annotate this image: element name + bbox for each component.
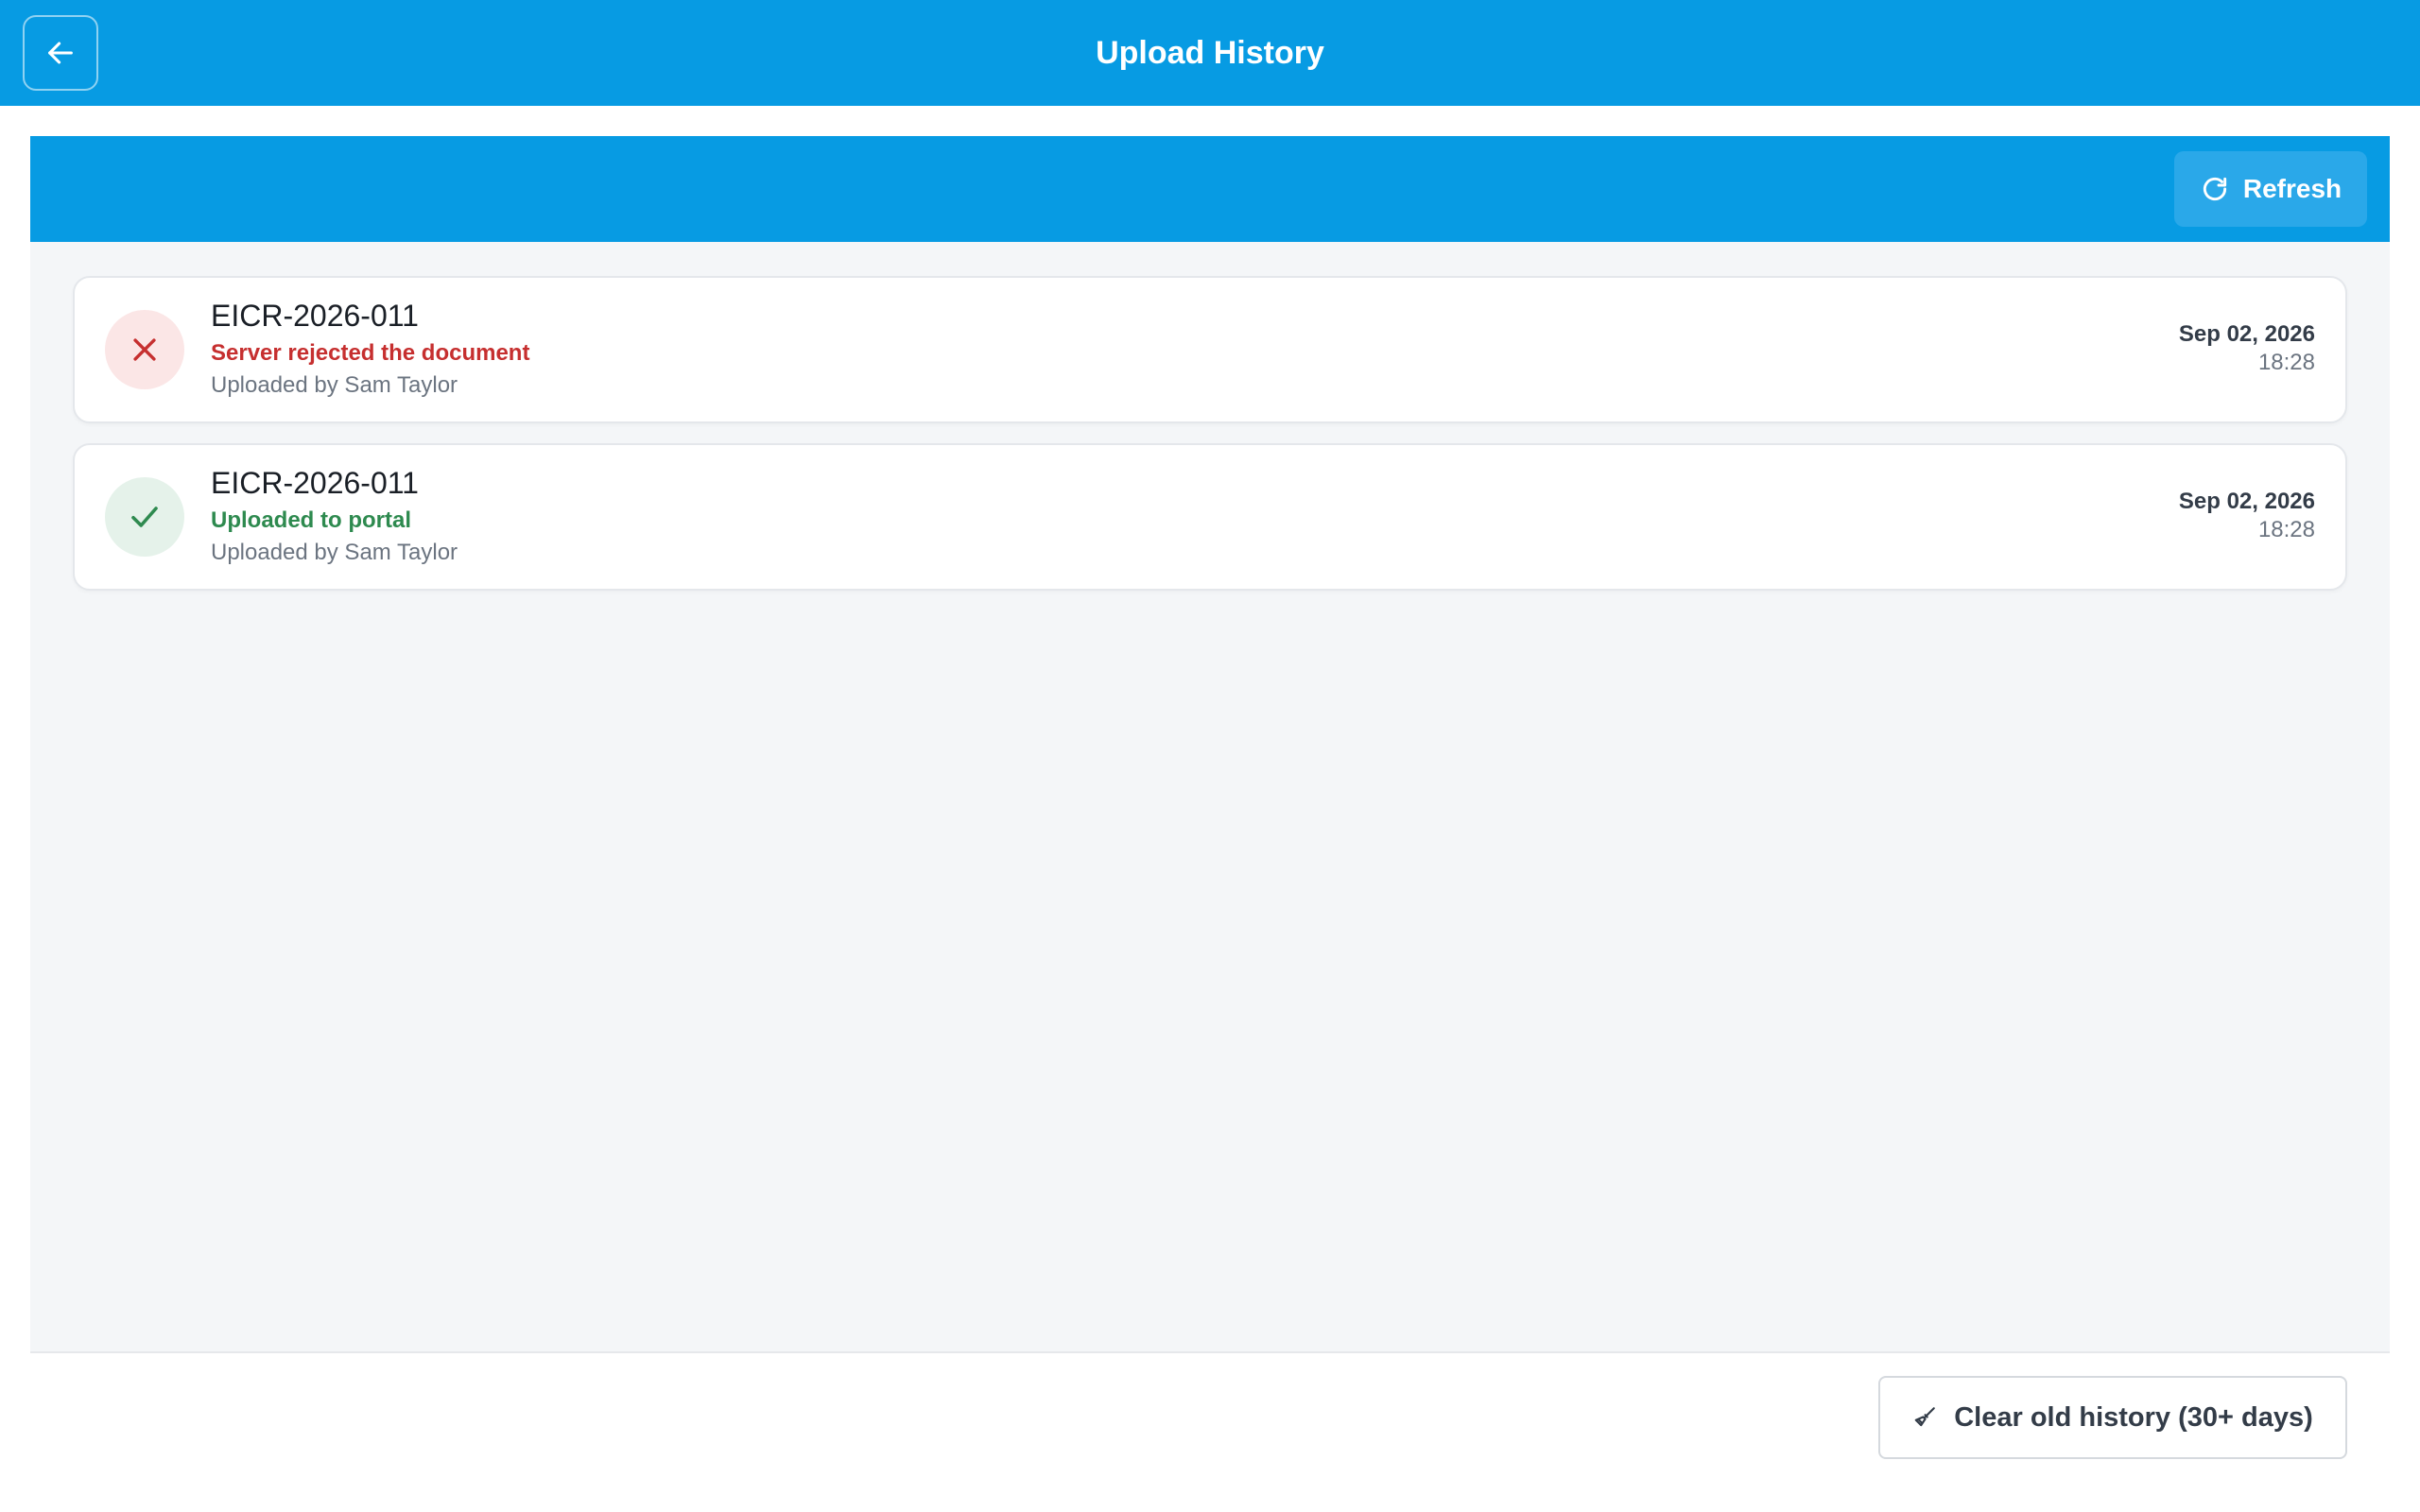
refresh-icon bbox=[2203, 177, 2226, 201]
check-icon bbox=[131, 507, 158, 527]
document-id: EICR-2026-011 bbox=[211, 466, 419, 500]
upload-date: Sep 02, 2026 bbox=[2178, 489, 2315, 514]
upload-status-text: Server rejected the document bbox=[211, 340, 530, 366]
page-title: Upload History bbox=[1096, 34, 1324, 71]
uploaded-by-text: Uploaded by Sam Taylor bbox=[211, 540, 458, 565]
upload-status-text: Uploaded to portal bbox=[211, 507, 411, 533]
document-id: EICR-2026-011 bbox=[211, 299, 419, 333]
upload-date: Sep 02, 2026 bbox=[2178, 321, 2315, 347]
top-app-bar: Upload History bbox=[0, 0, 2420, 106]
clear-old-history-button[interactable]: Clear old history (30+ days) bbox=[1878, 1376, 2347, 1459]
uploaded-by-text: Uploaded by Sam Taylor bbox=[211, 372, 458, 398]
refresh-label: Refresh bbox=[2242, 174, 2342, 203]
x-icon bbox=[133, 338, 156, 361]
upload-history-item[interactable]: EICR-2026-011 Uploaded to portal Uploade… bbox=[73, 443, 2347, 591]
footer-divider bbox=[30, 1351, 2390, 1353]
status-error-badge bbox=[105, 310, 184, 389]
status-success-badge bbox=[105, 477, 184, 557]
arrow-left-icon bbox=[48, 42, 73, 64]
upload-history-panel: Refresh EICR-2026-011 Server rejected th… bbox=[30, 136, 2390, 1353]
back-button[interactable] bbox=[23, 15, 98, 91]
upload-time: 18:28 bbox=[2257, 350, 2315, 375]
broom-icon bbox=[1914, 1407, 1936, 1427]
clear-old-history-label: Clear old history (30+ days) bbox=[1954, 1401, 2313, 1433]
refresh-button[interactable]: Refresh bbox=[2174, 151, 2367, 227]
upload-history-item[interactable]: EICR-2026-011 Server rejected the docume… bbox=[73, 276, 2347, 423]
panel-toolbar: Refresh bbox=[30, 136, 2390, 242]
upload-time: 18:28 bbox=[2257, 517, 2315, 542]
